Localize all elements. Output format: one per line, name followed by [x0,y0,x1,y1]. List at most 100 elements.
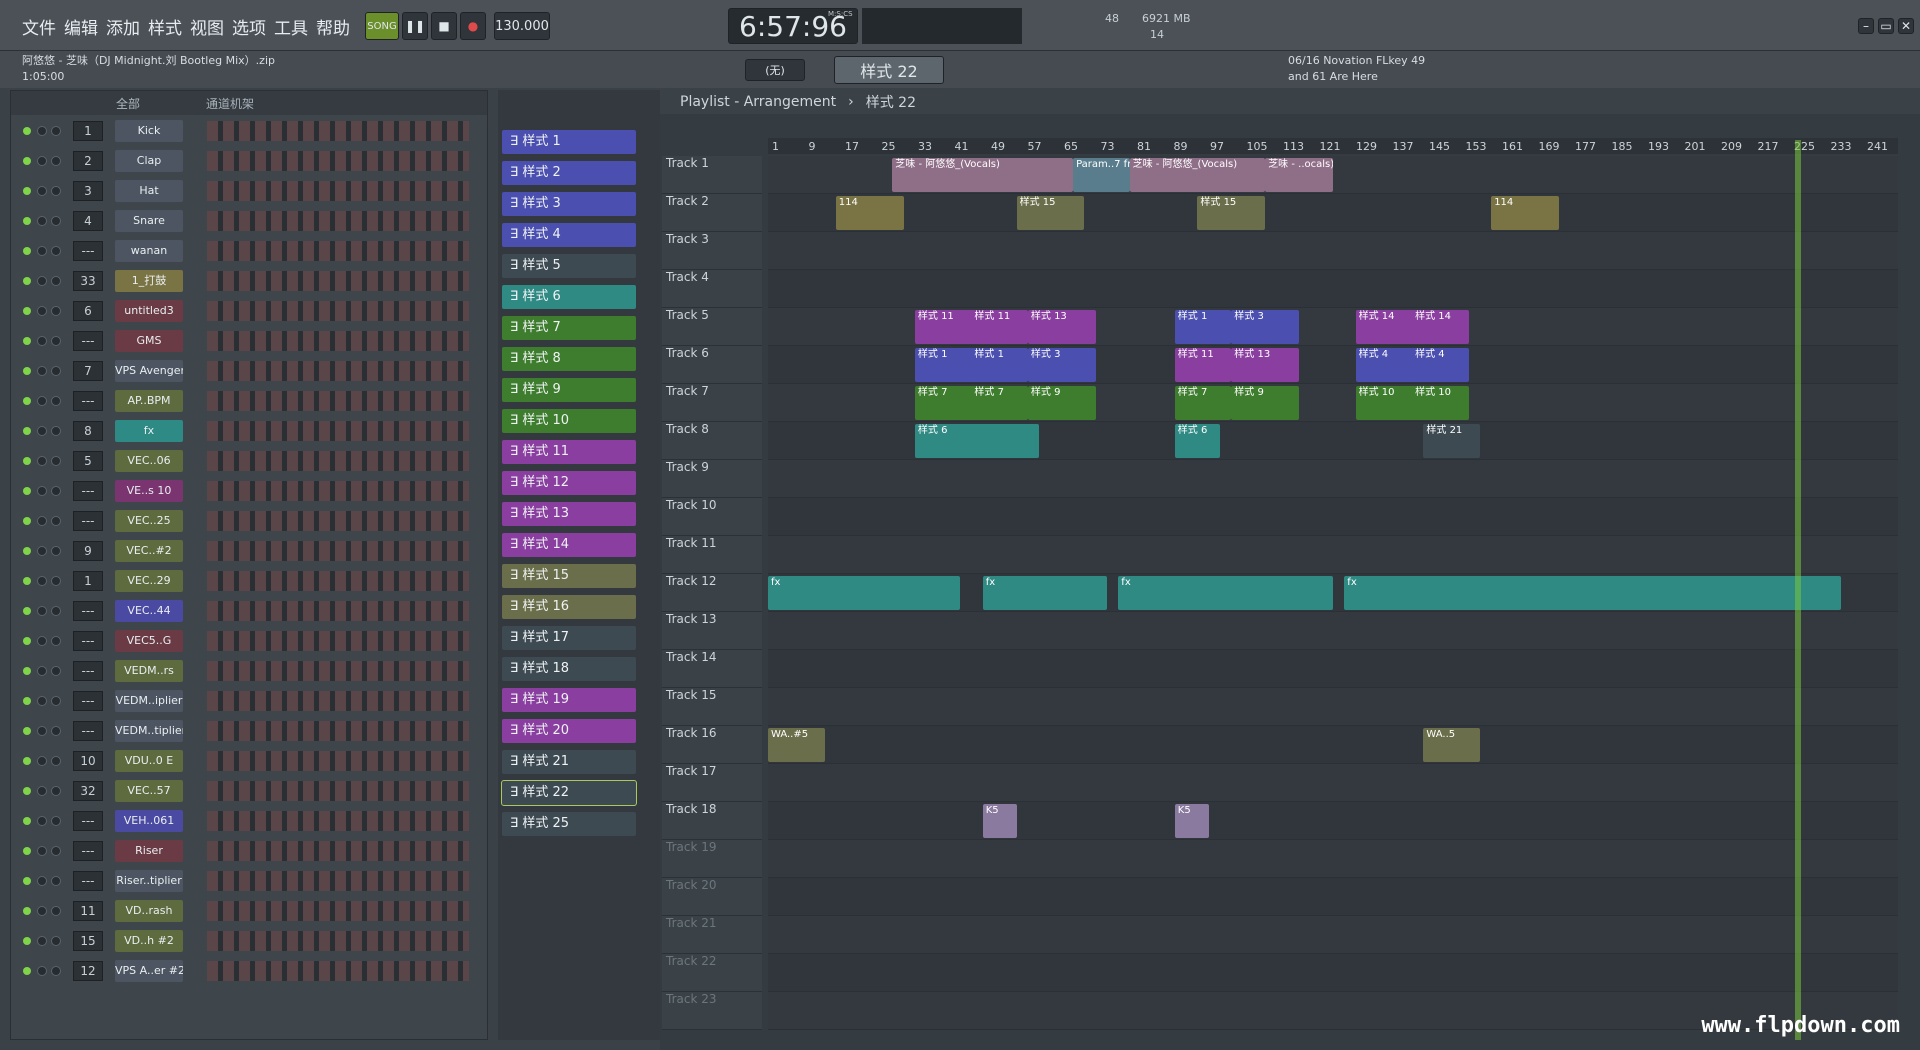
channel-mixer-track[interactable]: 1 [73,121,103,141]
step-sequencer[interactable] [207,901,469,921]
channel-name-button[interactable]: VD..rash [115,900,183,922]
pattern-item[interactable]: ∃ 样式 16 [502,595,636,619]
channel-row[interactable]: 33 1_打鼓 [11,269,471,293]
channel-knob[interactable] [37,666,47,676]
channel-knob[interactable] [51,486,61,496]
track-lane[interactable] [768,840,1898,878]
step-sequencer[interactable] [207,181,469,201]
track-lane[interactable] [768,498,1898,536]
step-sequencer[interactable] [207,481,469,501]
track-lane[interactable]: K5 K5 [768,802,1898,840]
channel-row[interactable]: 15 VD..h #2 [11,929,471,953]
channel-name-button[interactable]: Kick [115,120,183,142]
channel-mixer-track[interactable]: --- [73,721,103,741]
channel-knob[interactable] [51,186,61,196]
track-header[interactable]: Track 16 [662,726,762,764]
channel-name-button[interactable]: untitled3 [115,300,183,322]
channel-led[interactable] [23,307,31,315]
track-lane[interactable]: fx fx fx fx [768,574,1898,612]
channel-led[interactable] [23,727,31,735]
channel-name-button[interactable]: VEC..57 [115,780,183,802]
channel-knob[interactable] [37,366,47,376]
menu-item-1[interactable]: 编辑 [64,14,98,39]
playlist-clip[interactable]: 样式 9 [1027,386,1096,420]
pattern-item[interactable]: ∃ 样式 19 [502,688,636,712]
playlist-clip[interactable]: 样式 6 [914,424,1040,458]
news-panel[interactable]: 06/16 Novation FLkey 49 and 61 Are Here [1288,53,1425,85]
pattern-item[interactable]: ∃ 样式 17 [502,626,636,650]
playlist-clip[interactable]: 样式 1 [971,348,1028,382]
channel-name-button[interactable]: 1_打鼓 [115,270,183,292]
step-sequencer[interactable] [207,721,469,741]
channel-led[interactable] [23,517,31,525]
track-header[interactable]: Track 20 [662,878,762,916]
playlist-clip[interactable]: K5 [982,804,1017,838]
track-header[interactable]: Track 21 [662,916,762,954]
pattern-item[interactable]: ∃ 样式 11 [502,440,636,464]
track-header[interactable]: Track 9 [662,460,762,498]
channel-mixer-track[interactable]: --- [73,331,103,351]
channel-name-button[interactable]: VD..h #2 [115,930,183,952]
channel-led[interactable] [23,667,31,675]
menu-item-2[interactable]: 添加 [106,14,140,39]
channel-row[interactable]: 2 Clap [11,149,471,173]
step-sequencer[interactable] [207,661,469,681]
playlist-clip[interactable]: 样式 21 [1423,424,1480,458]
step-sequencer[interactable] [207,121,469,141]
playlist-clip[interactable]: fx [982,576,1107,610]
channel-row[interactable]: 6 untitled3 [11,299,471,323]
channel-name-button[interactable]: GMS [115,330,183,352]
channel-led[interactable] [23,457,31,465]
channel-knob[interactable] [51,426,61,436]
channel-knob[interactable] [37,876,47,886]
channel-knob[interactable] [37,456,47,466]
window-close-button[interactable]: ✕ [1898,18,1914,34]
channel-knob[interactable] [37,846,47,856]
channel-led[interactable] [23,577,31,585]
pattern-item[interactable]: ∃ 样式 13 [502,502,636,526]
step-sequencer[interactable] [207,631,469,651]
pattern-item[interactable]: ∃ 样式 20 [502,719,636,743]
playlist-clip[interactable]: 样式 14 [1412,310,1469,344]
track-lane[interactable] [768,764,1898,802]
track-header[interactable]: Track 1 [662,156,762,194]
playlist-pattern[interactable]: 样式 22 [866,92,916,112]
channel-led[interactable] [23,277,31,285]
channel-mixer-track[interactable]: --- [73,391,103,411]
channel-knob[interactable] [51,936,61,946]
track-header[interactable]: Track 5 [662,308,762,346]
channel-row[interactable]: --- VEC..25 [11,509,471,533]
playlist-clip[interactable]: 芝味 - 阿悠悠_(Vocals) [1129,158,1266,192]
channel-name-button[interactable]: VEC..#2 [115,540,183,562]
track-header[interactable]: Track 8 [662,422,762,460]
track-lane[interactable]: 样式 7 样式 7 样式 9 样式 7 样式 9 样式 10 样式 10 [768,384,1898,422]
track-header[interactable]: Track 7 [662,384,762,422]
playlist-clip[interactable]: 样式 9 [1231,386,1300,420]
channel-knob[interactable] [51,216,61,226]
pattern-item[interactable]: ∃ 样式 14 [502,533,636,557]
channel-knob[interactable] [51,126,61,136]
channel-led[interactable] [23,637,31,645]
channel-knob[interactable] [37,756,47,766]
channel-led[interactable] [23,427,31,435]
channel-knob[interactable] [51,636,61,646]
channel-knob[interactable] [37,546,47,556]
channel-row[interactable]: --- AP..BPM [11,389,471,413]
window-minimize-button[interactable]: – [1858,18,1874,34]
channel-name-button[interactable]: Riser..tiplier [115,870,183,892]
channel-row[interactable]: --- VEDM..tiplier [11,719,471,743]
step-sequencer[interactable] [207,451,469,471]
channel-knob[interactable] [51,576,61,586]
track-header[interactable]: Track 12 [662,574,762,612]
channel-row[interactable]: --- VE..s 10 [11,479,471,503]
pattern-item[interactable]: ∃ 样式 2 [502,161,636,185]
channel-led[interactable] [23,607,31,615]
track-lane[interactable]: 114 样式 15 样式 15 114 [768,194,1898,232]
playlist-clip[interactable]: 样式 11 [971,310,1028,344]
pattern-item[interactable]: ∃ 样式 7 [502,316,636,340]
channel-name-button[interactable]: Clap [115,150,183,172]
channel-knob[interactable] [51,246,61,256]
channel-row[interactable]: 4 Snare [11,209,471,233]
channel-knob[interactable] [51,756,61,766]
playlist-clip[interactable]: 样式 3 [1231,310,1300,344]
